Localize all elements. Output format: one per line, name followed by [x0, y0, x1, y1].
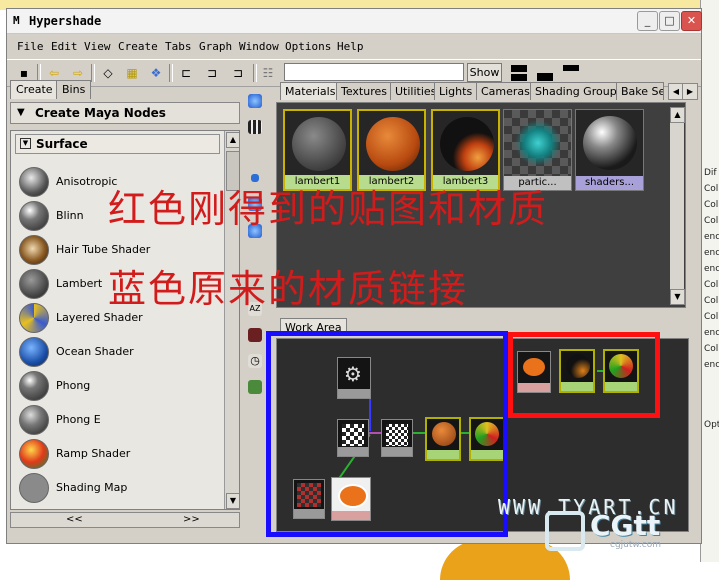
lambert-ball-icon	[292, 117, 346, 171]
left-panel-nav: << >>	[10, 512, 240, 528]
show-button[interactable]: Show	[467, 63, 502, 82]
menu-create[interactable]: Create	[118, 40, 158, 53]
background-window-edge: Dif Col Col Col enc enc enc Col Col Col …	[700, 0, 719, 562]
node-phong-e[interactable]: Phong E	[19, 404, 219, 436]
material-tabs: Materials Textures Utilities Lights Came…	[276, 82, 698, 100]
graph-network-icon[interactable]: ❖	[147, 65, 165, 81]
red-new-texture-outline	[508, 332, 660, 418]
lambert-swatch-icon	[19, 269, 49, 299]
tab-cameras[interactable]: Cameras	[476, 82, 535, 100]
menu-graph[interactable]: Graph	[199, 40, 232, 53]
ramp-shader-swatch-icon	[19, 439, 49, 469]
node-ramp-shader[interactable]: Ramp Shader	[19, 438, 219, 470]
node-label: Ramp Shader	[56, 447, 131, 460]
layered-shader-swatch-icon	[19, 303, 49, 333]
scroll-up-icon[interactable]: ▲	[670, 107, 685, 123]
left-tabs: Create Bins	[10, 80, 240, 100]
tab-lights[interactable]: Lights	[434, 82, 478, 100]
node-label: Ocean Shader	[56, 345, 134, 358]
tab-textures[interactable]: Textures	[336, 82, 392, 100]
tab-bins[interactable]: Bins	[56, 80, 92, 99]
menu-view[interactable]: View	[84, 40, 111, 53]
scroll-up-icon[interactable]: ▲	[226, 132, 239, 148]
maya-icon: M	[13, 14, 20, 27]
grid-toggle-icon[interactable]: ▪	[15, 65, 33, 81]
ocean-shader-swatch-icon	[19, 337, 49, 367]
layout-bottom-icon[interactable]	[537, 65, 553, 81]
annotation-red-text: 红色刚得到的贴图和材质	[108, 187, 549, 231]
layout-top-icon[interactable]	[563, 65, 579, 81]
menu-bar: File Edit View Create Tabs Graph Window …	[7, 40, 701, 56]
watermark-logo-icon	[545, 511, 585, 551]
window-title: Hypershade	[29, 14, 102, 28]
surface-label: Surface	[36, 137, 88, 151]
close-button[interactable]: ✕	[681, 11, 702, 31]
blue-original-links-outline	[266, 331, 508, 537]
tab-materials[interactable]: Materials	[280, 82, 341, 100]
node-label: Phong	[56, 379, 91, 392]
filter-icon[interactable]: ☷	[259, 65, 277, 81]
surface-section-header[interactable]: ▼ Surface	[15, 134, 220, 154]
nav-next-button[interactable]: >>	[183, 514, 200, 525]
annotation-blue-text: 蓝色原来的材质链接	[108, 267, 469, 311]
node-label: Phong E	[56, 413, 101, 426]
node-phong[interactable]: Phong	[19, 370, 219, 402]
input-connections-icon[interactable]: ⊏	[177, 65, 195, 81]
arrow-right-icon[interactable]: ⇨	[69, 65, 87, 81]
tab-shading-groups[interactable]: Shading Groups	[530, 82, 628, 100]
scroll-down-icon[interactable]: ▼	[226, 493, 239, 509]
title-bar[interactable]: M Hypershade _ □ ✕	[7, 9, 702, 34]
menu-tabs[interactable]: Tabs	[165, 40, 192, 53]
expand-triangle-icon: ▼	[20, 138, 31, 149]
material-swatch[interactable]: shaders...	[575, 109, 644, 191]
menu-help[interactable]: Help	[337, 40, 364, 53]
watermark-url: cgjutw.com	[610, 540, 662, 550]
phong-e-swatch-icon	[19, 405, 49, 435]
sphere-icon[interactable]	[248, 94, 262, 108]
hair-tube-swatch-icon	[19, 235, 49, 265]
swatch-icon[interactable]	[248, 380, 262, 394]
output-connections-icon[interactable]: ⊐	[229, 65, 247, 81]
node-label: Hair Tube Shader	[56, 243, 151, 256]
scroll-down-icon[interactable]: ▼	[670, 289, 685, 305]
create-maya-nodes-label: Create Maya Nodes	[35, 106, 166, 120]
node-label: Lambert	[56, 277, 103, 290]
textured-ball-icon	[440, 117, 494, 171]
create-maya-nodes-header[interactable]: ▼ Create Maya Nodes	[10, 102, 240, 124]
blinn-swatch-icon	[19, 201, 49, 231]
node-label: Blinn	[56, 209, 84, 222]
anisotropic-swatch-icon	[19, 167, 49, 197]
maximize-button[interactable]: □	[659, 11, 680, 31]
tab-bake-sets[interactable]: Bake Se	[616, 82, 664, 100]
collapse-triangle-icon: ▼	[17, 107, 25, 118]
eraser-icon[interactable]: ◇	[99, 65, 117, 81]
layout-split-icon[interactable]	[511, 65, 527, 81]
menu-window[interactable]: Window	[239, 40, 279, 53]
shading-map-swatch-icon	[19, 473, 49, 503]
input-output-icon[interactable]: ⊐	[203, 65, 221, 81]
orange-ball-icon	[366, 117, 420, 171]
phong-swatch-icon	[19, 371, 49, 401]
node-shading-map[interactable]: Shading Map	[19, 472, 219, 504]
menu-options[interactable]: Options	[285, 40, 331, 53]
particle-ball-icon	[511, 116, 565, 170]
node-ocean-shader[interactable]: Ocean Shader	[19, 336, 219, 368]
watermark-brand: CGtt	[590, 509, 661, 542]
clock-icon[interactable]: ◷	[248, 354, 262, 368]
minimize-button[interactable]: _	[637, 11, 658, 31]
tab-create[interactable]: Create	[10, 80, 59, 99]
shader-glow-ball-icon	[583, 116, 637, 170]
texture-icon[interactable]	[248, 328, 262, 342]
graph-nodes-icon[interactable]: ▦	[123, 65, 141, 81]
menu-edit[interactable]: Edit	[51, 40, 78, 53]
node-label: Shading Map	[56, 481, 128, 494]
grid-icon[interactable]	[248, 120, 262, 134]
arrow-left-icon[interactable]: ⇦	[45, 65, 63, 81]
materials-scrollbar[interactable]: ▲ ▼	[670, 107, 685, 305]
menu-file[interactable]: File	[17, 40, 44, 53]
swatch-label: shaders...	[576, 176, 643, 190]
tab-scroll-right-icon[interactable]: ▶	[682, 83, 698, 100]
nav-prev-button[interactable]: <<	[66, 514, 83, 525]
search-field[interactable]	[284, 63, 464, 81]
